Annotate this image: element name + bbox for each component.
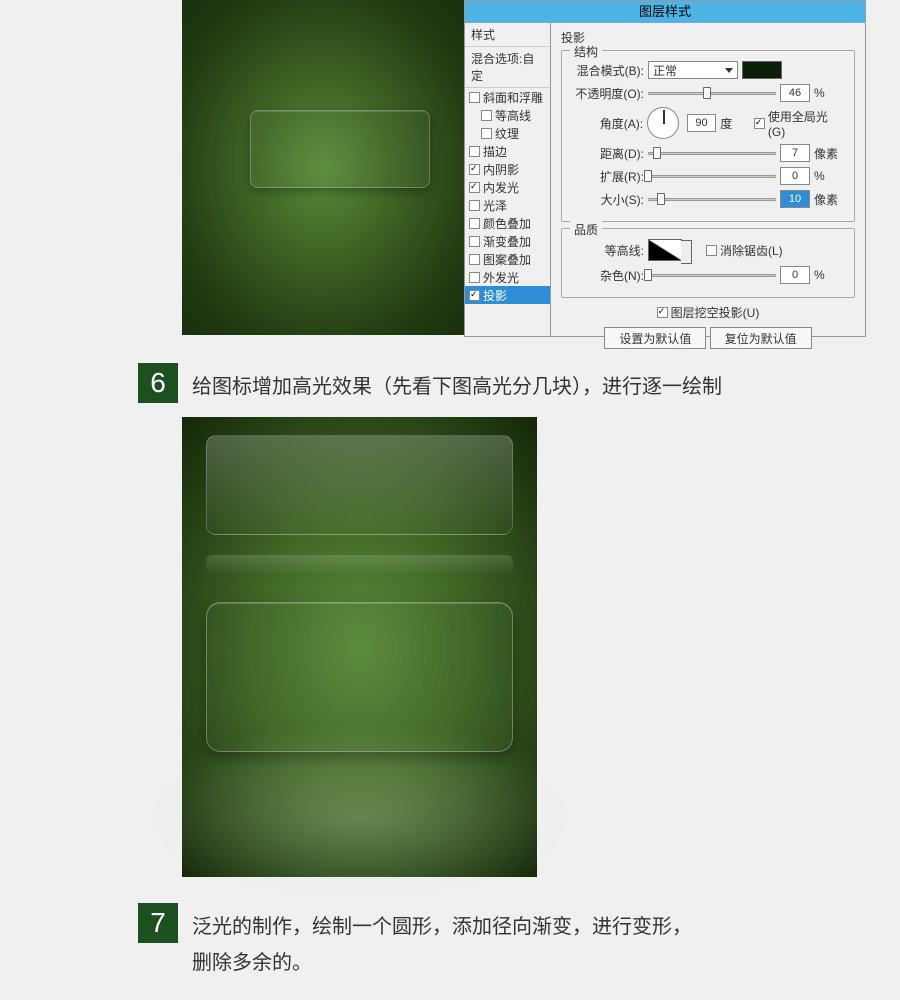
checkbox-icon[interactable] [469,254,480,265]
style-item-label: 等高线 [495,107,531,124]
size-slider[interactable] [648,191,776,207]
shadow-color-swatch[interactable] [742,61,782,79]
shadow-section-title: 投影 [561,29,855,46]
style-item-label: 斜面和浮雕 [483,89,543,106]
structure-group: 结构 混合模式(B): 正常 不透明度(O): 46 % [561,50,855,222]
style-item-label: 内发光 [483,179,519,196]
checkbox-icon[interactable] [469,236,480,247]
style-item-0[interactable]: 斜面和浮雕 [465,88,550,106]
checkbox-icon[interactable] [469,164,480,175]
size-label: 大小(S): [572,191,644,208]
style-item-3[interactable]: 描边 [465,142,550,160]
style-item-9[interactable]: 图案叠加 [465,250,550,268]
checkbox-icon[interactable] [469,146,480,157]
checkbox-icon[interactable] [481,110,492,121]
style-item-6[interactable]: 光泽 [465,196,550,214]
knockout-checkbox[interactable]: 图层挖空投影(U) [657,304,760,321]
noise-label: 杂色(N): [572,267,644,284]
structure-title: 结构 [570,43,602,60]
distance-value[interactable]: 7 [780,144,810,162]
angle-label: 角度(A): [572,115,643,132]
style-item-label: 描边 [483,143,507,160]
highlight-preview-image [182,417,537,877]
angle-dial[interactable] [647,107,679,139]
style-item-label: 纹理 [495,125,519,142]
style-item-4[interactable]: 内阴影 [465,160,550,178]
step-6-number: 6 [138,363,178,403]
style-item-1[interactable]: 等高线 [465,106,550,124]
opacity-value[interactable]: 46 [780,84,810,102]
checkbox-icon[interactable] [469,272,480,283]
style-item-label: 光泽 [483,197,507,214]
blend-options-header: 混合选项:自定 [465,47,550,88]
noise-value[interactable]: 0 [780,266,810,284]
blend-mode-label: 混合模式(B): [572,62,644,79]
noise-slider[interactable] [648,267,776,283]
distance-label: 距离(D): [572,145,644,162]
gloss-top-rect [206,435,513,535]
preview-green-bg [182,0,464,335]
antialias-checkbox[interactable]: 消除锯齿(L) [706,242,783,259]
style-item-7[interactable]: 颜色叠加 [465,214,550,232]
checkbox-icon[interactable] [469,218,480,229]
style-item-label: 图案叠加 [483,251,531,268]
quality-group: 品质 等高线: 消除锯齿(L) 杂色(N): [561,228,855,298]
checkbox-icon[interactable] [469,92,480,103]
contour-label: 等高线: [572,242,644,259]
step-7-text: 泛光的制作，绘制一个圆形，添加径向渐变，进行变形， 删除多余的。 [192,903,692,981]
angle-value[interactable]: 90 [687,114,717,132]
style-list-header: 样式 [465,23,550,47]
style-item-11[interactable]: 投影 [465,286,550,304]
blend-mode-select[interactable]: 正常 [648,61,738,79]
style-item-label: 投影 [483,287,507,304]
opacity-slider[interactable] [648,85,776,101]
quality-title: 品质 [570,221,602,238]
contour-picker[interactable] [648,239,682,261]
checkbox-icon[interactable] [469,290,480,301]
checkbox-icon[interactable] [481,128,492,139]
style-item-label: 内阴影 [483,161,519,178]
spread-slider[interactable] [648,168,776,184]
checkbox-icon[interactable] [469,200,480,211]
step-6: 6 给图标增加高光效果（先看下图高光分几块），进行逐一绘制 [138,363,900,405]
spread-value[interactable]: 0 [780,167,810,185]
style-item-label: 颜色叠加 [483,215,531,232]
reset-default-button[interactable]: 复位为默认值 [710,327,812,349]
shadow-panel: 投影 结构 混合模式(B): 正常 不透明度(O): 46 % [551,23,865,336]
set-default-button[interactable]: 设置为默认值 [604,327,706,349]
style-item-5[interactable]: 内发光 [465,178,550,196]
bloom-glow [100,717,620,917]
layer-style-dialog: 图层样式 样式 混合选项:自定 斜面和浮雕等高线纹理描边内阴影内发光光泽颜色叠加… [464,0,866,337]
step-7: 7 泛光的制作，绘制一个圆形，添加径向渐变，进行变形， 删除多余的。 [138,903,900,981]
spread-label: 扩展(R): [572,168,644,185]
style-item-10[interactable]: 外发光 [465,268,550,286]
step-6-text: 给图标增加高光效果（先看下图高光分几块），进行逐一绘制 [192,363,722,405]
opacity-label: 不透明度(O): [572,85,644,102]
style-item-8[interactable]: 渐变叠加 [465,232,550,250]
style-list: 样式 混合选项:自定 斜面和浮雕等高线纹理描边内阴影内发光光泽颜色叠加渐变叠加图… [465,23,551,336]
step-7-number: 7 [138,903,178,943]
style-item-label: 外发光 [483,269,519,286]
style-item-label: 渐变叠加 [483,233,531,250]
distance-slider[interactable] [648,145,776,161]
global-light-checkbox[interactable]: 使用全局光(G) [754,108,844,139]
gloss-mid-strip [206,555,513,575]
dialog-title: 图层样式 [465,1,865,23]
style-item-2[interactable]: 纹理 [465,124,550,142]
layer-style-screenshot: 图层样式 样式 混合选项:自定 斜面和浮雕等高线纹理描边内阴影内发光光泽颜色叠加… [182,0,866,337]
preview-glass-rect [250,110,430,188]
size-value[interactable]: 10 [780,190,810,208]
checkbox-icon[interactable] [469,182,480,193]
